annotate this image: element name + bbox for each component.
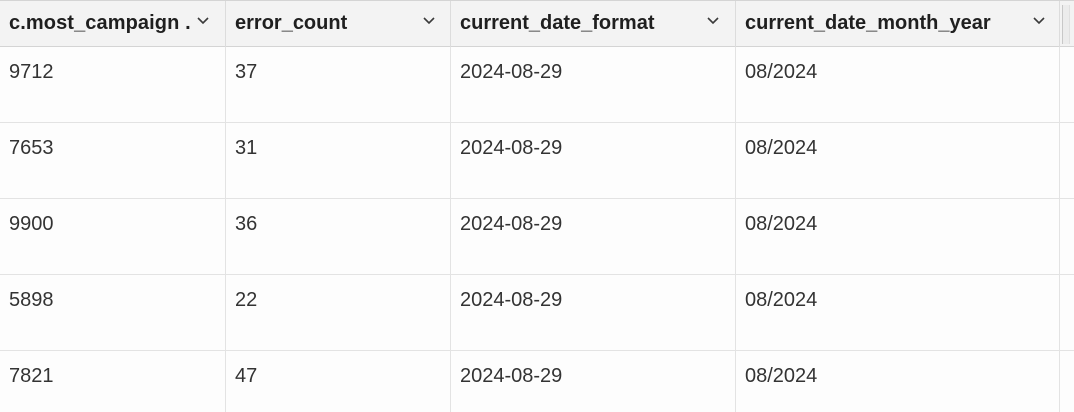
table-cell-filler — [1060, 123, 1074, 199]
table-cell-filler — [1060, 199, 1074, 275]
cell-value: 08/2024 — [745, 137, 818, 159]
table-cell[interactable]: 37 — [226, 47, 451, 123]
cell-value: 22 — [235, 289, 258, 311]
table-cell[interactable]: 08/2024 — [736, 275, 1060, 351]
cell-value: 08/2024 — [745, 289, 818, 311]
column-gripper-icon[interactable] — [1062, 5, 1070, 44]
table-cell[interactable]: 08/2024 — [736, 47, 1060, 123]
column-header-most-campaign[interactable]: c.most_campaign . — [0, 1, 226, 47]
table-cell[interactable]: 36 — [226, 199, 451, 275]
column-header-error-count[interactable]: error_count — [226, 1, 451, 47]
cell-value: 36 — [235, 213, 258, 235]
column-header-current-date-month-year[interactable]: current_date_month_year — [736, 1, 1060, 47]
column-header-label: c.most_campaign . — [9, 12, 191, 34]
cell-value: 2024-08-29 — [460, 365, 563, 387]
table-cell[interactable]: 2024-08-29 — [451, 199, 736, 275]
table-cell-filler — [1060, 47, 1074, 123]
cell-value: 2024-08-29 — [460, 213, 563, 235]
cell-value: 31 — [235, 137, 258, 159]
table-cell[interactable]: 2024-08-29 — [451, 123, 736, 199]
cell-value: 2024-08-29 — [460, 289, 563, 311]
chevron-down-icon[interactable] — [1032, 16, 1046, 26]
column-header-label: current_date_format — [460, 12, 655, 34]
cell-value: 2024-08-29 — [460, 137, 563, 159]
table-cell[interactable]: 47 — [226, 351, 451, 412]
cell-value: 7653 — [9, 137, 54, 159]
cell-value: 08/2024 — [745, 61, 818, 83]
table-cell[interactable]: 08/2024 — [736, 123, 1060, 199]
grid-header: c.most_campaign . error_count current_da… — [0, 0, 1074, 47]
table-cell[interactable]: 2024-08-29 — [451, 351, 736, 412]
table-cell[interactable]: 08/2024 — [736, 351, 1060, 412]
table-row[interactable]: 9900 36 2024-08-29 08/2024 — [0, 199, 1074, 275]
cell-value: 9712 — [9, 61, 54, 83]
table-row[interactable]: 7653 31 2024-08-29 08/2024 — [0, 123, 1074, 199]
cell-value: 08/2024 — [745, 365, 818, 387]
cell-value: 5898 — [9, 289, 54, 311]
data-grid: c.most_campaign . error_count current_da… — [0, 0, 1074, 412]
cell-value: 47 — [235, 365, 258, 387]
cell-value: 37 — [235, 61, 258, 83]
table-cell[interactable]: 22 — [226, 275, 451, 351]
table-row[interactable]: 7821 47 2024-08-29 08/2024 — [0, 351, 1074, 412]
table-cell[interactable]: 7821 — [0, 351, 226, 412]
table-cell[interactable]: 2024-08-29 — [451, 275, 736, 351]
table-cell[interactable]: 2024-08-29 — [451, 47, 736, 123]
cell-value: 9900 — [9, 213, 54, 235]
chevron-down-icon[interactable] — [706, 16, 720, 26]
column-header-current-date-format[interactable]: current_date_format — [451, 1, 736, 47]
cell-value: 08/2024 — [745, 213, 818, 235]
column-header-label: current_date_month_year — [745, 12, 991, 34]
table-cell[interactable]: 7653 — [0, 123, 226, 199]
table-row[interactable]: 5898 22 2024-08-29 08/2024 — [0, 275, 1074, 351]
cell-value: 2024-08-29 — [460, 61, 563, 83]
table-cell[interactable]: 9900 — [0, 199, 226, 275]
table-row[interactable]: 9712 37 2024-08-29 08/2024 — [0, 47, 1074, 123]
column-header-label: error_count — [235, 12, 348, 34]
chevron-down-icon[interactable] — [422, 16, 436, 26]
table-cell-filler — [1060, 275, 1074, 351]
table-cell[interactable]: 08/2024 — [736, 199, 1060, 275]
table-cell-filler — [1060, 351, 1074, 412]
chevron-down-icon[interactable] — [196, 16, 210, 26]
table-cell[interactable]: 5898 — [0, 275, 226, 351]
cell-value: 7821 — [9, 365, 54, 387]
table-cell[interactable]: 9712 — [0, 47, 226, 123]
table-cell[interactable]: 31 — [226, 123, 451, 199]
